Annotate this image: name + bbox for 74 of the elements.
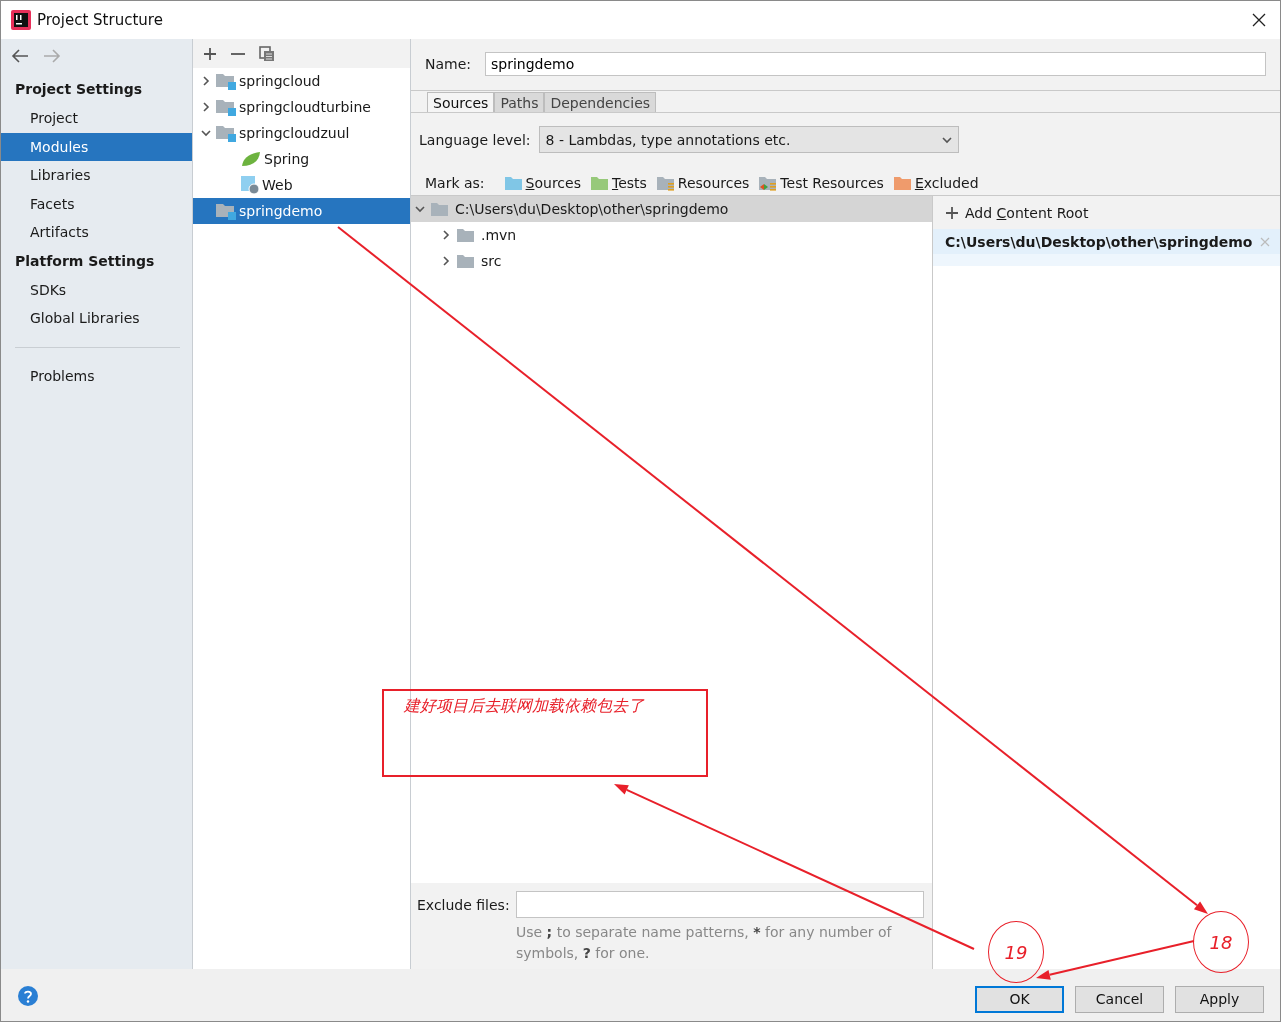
tab[interactable]: Dependencies xyxy=(544,92,657,112)
tree-item[interactable]: Spring xyxy=(193,146,410,172)
tree-item[interactable]: springcloudzuul xyxy=(193,120,410,146)
tab[interactable]: Sources xyxy=(427,92,495,112)
folder-icon xyxy=(457,227,475,243)
name-field[interactable]: springdemo xyxy=(485,52,1266,76)
chevron-icon xyxy=(415,204,425,214)
field-label: Name: xyxy=(425,56,472,72)
sidebar-item[interactable]: Modules xyxy=(1,132,192,161)
sidebar-item[interactable]: Facets xyxy=(1,189,192,218)
add-icon xyxy=(945,205,959,220)
close-icon xyxy=(1252,13,1266,27)
folder-icon xyxy=(893,175,912,191)
hint-text: Use ; to separate name patterns, * for any number of symbols, ? for one. xyxy=(516,923,893,963)
field-label: Language level: xyxy=(419,131,531,148)
dialog-button[interactable]: Cancel xyxy=(1075,985,1164,1013)
mark-as-button[interactable]: Tests xyxy=(590,175,647,191)
folder-icon xyxy=(590,175,609,191)
mark-as-button[interactable]: Sources xyxy=(504,175,581,191)
folder-tree-item[interactable]: .mvn xyxy=(411,222,932,248)
content-root-item[interactable]: C:\Users\du\Desktop\other\springdemo xyxy=(933,229,1280,254)
field-label: Exclude files: xyxy=(417,896,510,913)
sidebar-item[interactable]: Libraries xyxy=(1,161,192,190)
sidebar-item[interactable]: Global Libraries xyxy=(1,304,192,333)
tree-item[interactable]: springcloud xyxy=(193,68,410,94)
sidebar-item[interactable]: SDKs xyxy=(1,275,192,304)
chevron-icon xyxy=(441,230,451,240)
mark-as-button[interactable]: Excluded xyxy=(893,175,979,191)
folder-icon xyxy=(457,253,475,269)
forward-arrow-icon xyxy=(43,49,61,63)
folder-icon xyxy=(504,175,523,191)
dialog-button[interactable]: Apply xyxy=(1175,985,1264,1013)
dropdown-caret-icon xyxy=(941,134,952,145)
add-icon xyxy=(203,46,217,61)
chevron-icon xyxy=(441,256,451,266)
folder-icon xyxy=(759,175,778,191)
module-folder-icon xyxy=(216,72,236,90)
tab[interactable]: Paths xyxy=(494,92,545,112)
mark-as-button[interactable]: Resources xyxy=(656,175,750,191)
close-icon xyxy=(1260,236,1270,247)
module-folder-icon xyxy=(216,202,236,220)
tree-item[interactable]: Web xyxy=(193,172,410,198)
window-title: Project Structure xyxy=(37,11,163,29)
language-level-dropdown[interactable]: 8 - Lambdas, type annotations etc. xyxy=(538,126,959,153)
folder-tree-item[interactable]: src xyxy=(411,248,932,274)
folder-tree-item[interactable]: C:\Users\du\Desktop\other\springdemo xyxy=(411,196,932,222)
module-folder-icon xyxy=(216,124,236,142)
help-icon xyxy=(18,986,38,1006)
module-folder-icon xyxy=(216,98,236,116)
sidebar-item[interactable]: Project xyxy=(1,104,192,133)
tree-item[interactable]: springcloudturbine xyxy=(193,94,410,120)
leaf-icon xyxy=(241,151,261,167)
folder-icon xyxy=(431,201,449,217)
help-button[interactable] xyxy=(18,986,38,1006)
chevron-icon xyxy=(201,76,211,86)
chevron-icon xyxy=(201,128,211,138)
back-arrow-icon xyxy=(11,49,29,63)
sidebar-item[interactable]: Artifacts xyxy=(1,218,192,247)
tree-item[interactable]: springdemo xyxy=(193,198,410,224)
annotation-note: 建好项目后去联网加载依赖包去了 xyxy=(382,689,708,777)
section-heading: Platform Settings xyxy=(14,251,156,271)
exclude-files-field[interactable] xyxy=(515,891,924,918)
sidebar-item[interactable]: Problems xyxy=(1,361,192,390)
remove-icon xyxy=(231,52,245,55)
mark-as-button[interactable]: Test Resources xyxy=(759,175,884,191)
mark-as-label: Mark as: xyxy=(425,175,485,191)
dialog-button[interactable]: OK xyxy=(975,985,1064,1013)
copy-icon xyxy=(259,45,275,62)
add-content-root-link[interactable]: Add Content Root xyxy=(965,204,1089,221)
web-icon xyxy=(241,176,259,194)
chevron-icon xyxy=(201,102,211,112)
folder-icon xyxy=(656,175,675,191)
section-heading: Project Settings xyxy=(14,80,144,99)
app-logo-icon xyxy=(11,10,31,30)
